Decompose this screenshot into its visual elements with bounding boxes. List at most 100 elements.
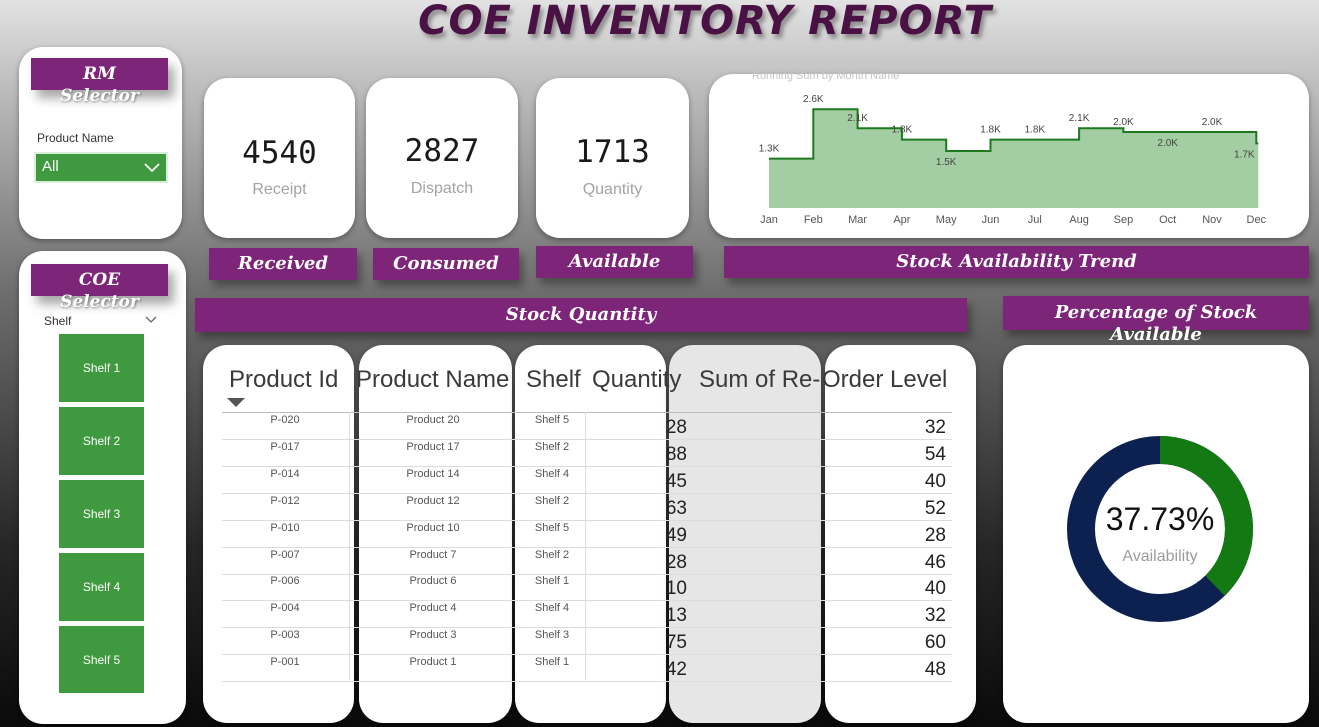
cell-product-id: P-001 <box>270 656 300 669</box>
data-label: 1.8K <box>1025 125 1046 136</box>
data-label: 2.6K <box>803 94 824 105</box>
cell-product-name: Product 14 <box>406 467 460 480</box>
cell-order-level: 28 <box>924 524 946 546</box>
row-divider <box>222 519 952 521</box>
cell-shelf: Shelf 2 <box>534 440 570 453</box>
rm-selector-header: RM Selector <box>31 58 168 106</box>
cell-product-id: P-014 <box>270 467 300 480</box>
kpi-card-available: 1713 Quantity <box>536 78 689 238</box>
kpi-card-received: 4540 Receipt <box>204 78 355 238</box>
cell-shelf: Shelf 3 <box>534 629 570 642</box>
column-header-quantity[interactable]: Quantity <box>592 366 681 394</box>
coe-selector-header-line2: Selector <box>60 292 139 312</box>
rm-selector-header-line2: Selector <box>60 86 139 106</box>
cell-quantity: 75 <box>666 632 687 654</box>
kpi-value: 4540 <box>242 135 317 171</box>
month-tick-label: Dec <box>1247 214 1267 226</box>
cell-product-id: P-020 <box>270 414 300 426</box>
cell-order-level: 32 <box>924 417 946 438</box>
product-name-label: Product Name <box>37 131 114 145</box>
chevron-down-icon[interactable] <box>145 316 157 324</box>
cell-order-level: 54 <box>924 443 946 465</box>
trend-chart: Jan 1.3K Feb 2.6K Mar 2.1K Apr 1.8K May 1.5K Jun 1.… <box>759 94 1267 226</box>
month-tick-label: May <box>936 214 957 226</box>
row-divider <box>222 627 952 629</box>
row-divider <box>222 573 952 575</box>
cell-quantity: 45 <box>666 470 687 492</box>
shelf-1-button[interactable]: Shelf 1 <box>59 334 144 402</box>
cell-product-name: Product 12 <box>406 494 460 507</box>
shelf-4-button[interactable]: Shelf 4 <box>59 553 144 621</box>
cell-product-name: Product 3 <box>409 629 457 642</box>
row-divider <box>222 439 952 440</box>
column-header-reorder-sum[interactable]: Sum of Re- <box>699 366 820 394</box>
kpi-caption: Dispatch <box>410 180 474 197</box>
cell-order-level: 32 <box>924 605 946 627</box>
kpi-value: 2827 <box>404 133 480 169</box>
month-tick-label: Jan <box>760 214 778 226</box>
data-label: 2.1K <box>847 113 868 124</box>
cell-product-id: P-006 <box>270 575 300 588</box>
cell-order-level: 46 <box>924 551 946 573</box>
cell-product-name: Product 10 <box>406 521 460 534</box>
cell-product-id: P-004 <box>270 602 300 615</box>
row-divider <box>222 681 952 683</box>
cell-shelf: Shelf 2 <box>534 494 570 507</box>
data-label: 1.8K <box>892 125 913 136</box>
cell-order-level: 60 <box>924 632 946 654</box>
column-header-shelf[interactable]: Shelf <box>526 366 581 394</box>
shelf-3-button[interactable]: Shelf 3 <box>59 480 144 548</box>
coe-selector-header-line1: COE <box>78 270 121 290</box>
shelf-2-button[interactable]: Shelf 2 <box>59 407 144 475</box>
availability-caption: Availability <box>1122 548 1198 565</box>
cell-quantity: 88 <box>666 443 687 465</box>
consumed-label: Consumed <box>373 248 519 280</box>
stock-trend-card: Running Sum by Month Name Jan 1.3K Feb 2.6K… <box>709 70 1309 238</box>
kpi-caption: Quantity <box>582 181 643 198</box>
month-tick-label: Jul <box>1028 214 1042 226</box>
column-header-product-id[interactable]: Product Id <box>229 366 338 394</box>
cell-product-name: Product 20 <box>406 414 460 426</box>
product-name-dropdown[interactable]: All <box>34 152 168 183</box>
data-label: 2.0K <box>1157 138 1178 149</box>
kpi-value: 1713 <box>575 134 650 170</box>
report-title: COE INVENTORY REPORT <box>418 0 992 44</box>
shelf-5-button[interactable]: Shelf 5 <box>59 626 144 693</box>
cell-shelf: Shelf 2 <box>534 548 570 561</box>
row-divider <box>222 654 952 656</box>
chevron-down-icon <box>144 163 160 173</box>
cell-product-id: P-010 <box>270 521 300 534</box>
kpi-caption: Receipt <box>252 181 307 198</box>
row-divider <box>222 492 952 494</box>
month-tick-label: Mar <box>848 214 867 226</box>
product-name-selected: All <box>42 158 59 175</box>
sort-descending-icon[interactable] <box>227 398 245 407</box>
column-header-order-level[interactable]: Order Level <box>822 366 947 394</box>
data-label: 1.3K <box>759 144 780 155</box>
cell-quantity: 42 <box>666 659 687 681</box>
month-tick-label: Apr <box>893 214 910 226</box>
availability-percentage: 37.73% <box>1105 501 1215 537</box>
cell-shelf: Shelf 5 <box>534 414 570 426</box>
stock-trend-label: Stock Availability Trend <box>724 246 1309 278</box>
header-divider <box>222 412 952 413</box>
cell-product-name: Product 7 <box>409 548 457 561</box>
column-header-product-name[interactable]: Product Name <box>356 366 509 394</box>
month-tick-label: Sep <box>1114 214 1134 226</box>
percentage-label: Percentage of Stock Available <box>1003 296 1309 345</box>
cell-product-name: Product 17 <box>406 440 460 453</box>
month-tick-label: Feb <box>804 214 823 226</box>
percentage-card: 37.73% Availability <box>1003 345 1309 723</box>
row-divider <box>222 600 952 602</box>
data-label: 2.0K <box>1113 117 1134 128</box>
data-label: 1.5K <box>936 157 957 168</box>
month-tick-label: Jun <box>982 214 1000 226</box>
stock-quantity-label: Stock Quantity <box>195 298 967 332</box>
kpi-card-consumed: 2827 Dispatch <box>366 78 518 238</box>
rm-selector-header-line1: RM <box>83 64 116 84</box>
row-divider <box>222 546 952 548</box>
percentage-label-line1: Percentage of Stock <box>1054 302 1258 323</box>
cell-product-id: P-017 <box>270 440 300 453</box>
cell-product-name: Product 4 <box>409 602 457 615</box>
data-label: 1.7K <box>1234 149 1255 160</box>
